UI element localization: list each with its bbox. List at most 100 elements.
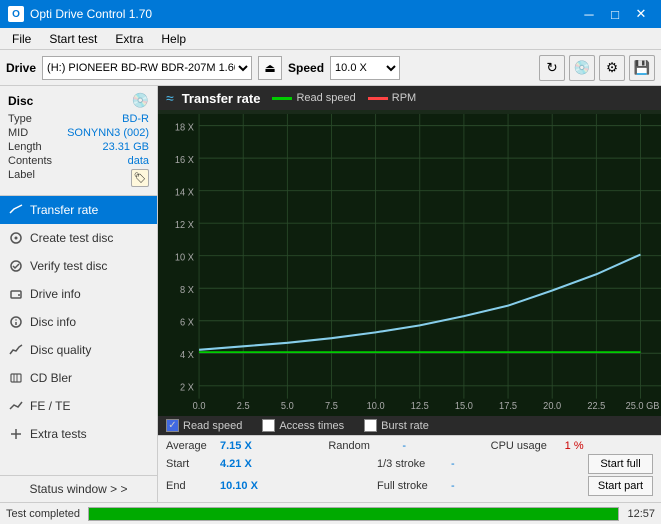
create-test-disc-icon xyxy=(8,230,24,246)
average-group: Average 7.15 X xyxy=(166,440,328,452)
end-label: End xyxy=(166,480,216,492)
menu-start-test[interactable]: Start test xyxy=(41,30,105,48)
close-button[interactable]: ✕ xyxy=(629,4,653,24)
toolbar: Drive (H:) PIONEER BD-RW BDR-207M 1.60 ⏏… xyxy=(0,50,661,86)
status-time: 12:57 xyxy=(627,508,655,520)
stats-area: Average 7.15 X Random - CPU usage 1 % St… xyxy=(158,435,661,502)
disc-contents-row: Contents data xyxy=(8,155,149,167)
app-icon: O xyxy=(8,6,24,22)
access-times-checkbox[interactable] xyxy=(262,419,275,432)
stats-row-1: Average 7.15 X Random - CPU usage 1 % xyxy=(166,440,653,452)
drive-label: Drive xyxy=(6,61,36,75)
chart-legend: Read speed RPM xyxy=(272,92,416,104)
cpu-value: 1 % xyxy=(565,440,595,452)
nav-fe-te-label: FE / TE xyxy=(30,399,70,413)
nav-verify-test-disc[interactable]: Verify test disc xyxy=(0,252,157,280)
svg-text:2 X: 2 X xyxy=(180,382,194,394)
chart-title: Transfer rate xyxy=(182,91,261,106)
random-group: Random - xyxy=(328,440,490,452)
disc-panel-icon: 💿 xyxy=(132,92,149,109)
contents-label: Contents xyxy=(8,155,52,167)
settings-button[interactable]: ⚙ xyxy=(599,55,625,81)
sidebar-nav: Transfer rate Create test disc Verify te… xyxy=(0,196,157,475)
stroke13-label: 1/3 stroke xyxy=(377,458,447,470)
legend-rpm-color xyxy=(368,97,388,100)
disc-info-icon xyxy=(8,314,24,330)
nav-create-test-disc[interactable]: Create test disc xyxy=(0,224,157,252)
svg-text:5.0: 5.0 xyxy=(281,401,294,413)
toolbar-icons: ↻ 💿 ⚙ 💾 xyxy=(539,55,655,81)
burst-rate-check[interactable]: Burst rate xyxy=(364,419,429,432)
title-bar-controls: ─ □ ✕ xyxy=(577,4,653,24)
menu-bar: File Start test Extra Help xyxy=(0,28,661,50)
menu-help[interactable]: Help xyxy=(153,30,194,48)
start-value: 4.21 X xyxy=(220,458,270,470)
maximize-button[interactable]: □ xyxy=(603,4,627,24)
legend-read-color xyxy=(272,97,292,100)
svg-text:6 X: 6 X xyxy=(180,317,194,329)
status-window-label: Status window > > xyxy=(29,482,127,496)
nav-extra-tests[interactable]: Extra tests xyxy=(0,420,157,448)
svg-text:7.5: 7.5 xyxy=(325,401,338,413)
read-speed-check[interactable]: ✓ Read speed xyxy=(166,419,242,432)
stats-row-2: Start 4.21 X 1/3 stroke - Start full xyxy=(166,454,653,474)
random-value: - xyxy=(402,440,422,452)
status-bar: Test completed 12:57 xyxy=(0,502,661,524)
nav-cd-bler[interactable]: CD Bler xyxy=(0,364,157,392)
title-bar: O Opti Drive Control 1.70 ─ □ ✕ xyxy=(0,0,661,28)
svg-text:4 X: 4 X xyxy=(180,349,194,361)
start-full-button[interactable]: Start full xyxy=(588,454,653,474)
stroke13-value: - xyxy=(451,458,471,470)
start-label: Start xyxy=(166,458,216,470)
eject-button[interactable]: ⏏ xyxy=(258,56,282,80)
nav-cd-bler-label: CD Bler xyxy=(30,371,72,385)
minimize-button[interactable]: ─ xyxy=(577,4,601,24)
nav-transfer-rate-label: Transfer rate xyxy=(30,203,98,217)
average-value: 7.15 X xyxy=(220,440,270,452)
extra-tests-icon xyxy=(8,426,24,442)
nav-verify-test-disc-label: Verify test disc xyxy=(30,259,107,273)
svg-text:17.5: 17.5 xyxy=(499,401,517,413)
burst-rate-checkbox[interactable] xyxy=(364,419,377,432)
svg-text:12 X: 12 X xyxy=(175,219,194,231)
refresh-button[interactable]: ↻ xyxy=(539,55,565,81)
start-part-button[interactable]: Start part xyxy=(588,476,653,496)
disc-length-row: Length 23.31 GB xyxy=(8,141,149,153)
chart-header: ≈ Transfer rate Read speed RPM xyxy=(158,86,661,110)
menu-file[interactable]: File xyxy=(4,30,39,48)
chart-area: 18 X 16 X 14 X 12 X 10 X 8 X 6 X 4 X 2 X… xyxy=(158,110,661,416)
disc-button[interactable]: 💿 xyxy=(569,55,595,81)
speed-select[interactable]: 10.0 X xyxy=(330,56,400,80)
menu-extra[interactable]: Extra xyxy=(107,30,151,48)
access-times-check[interactable]: Access times xyxy=(262,419,344,432)
nav-disc-quality-label: Disc quality xyxy=(30,343,91,357)
nav-disc-quality[interactable]: Disc quality xyxy=(0,336,157,364)
nav-transfer-rate[interactable]: Transfer rate xyxy=(0,196,157,224)
drive-info-icon xyxy=(8,286,24,302)
nav-disc-info-label: Disc info xyxy=(30,315,76,329)
status-text: Test completed xyxy=(6,508,80,520)
disc-mid-row: MID SONYNN3 (002) xyxy=(8,127,149,139)
speed-label: Speed xyxy=(288,61,324,75)
drive-select[interactable]: (H:) PIONEER BD-RW BDR-207M 1.60 xyxy=(42,56,252,80)
nav-drive-info[interactable]: Drive info xyxy=(0,280,157,308)
svg-text:2.5: 2.5 xyxy=(237,401,250,413)
save-button[interactable]: 💾 xyxy=(629,55,655,81)
svg-text:15.0: 15.0 xyxy=(455,401,473,413)
label-label: Label xyxy=(8,169,35,187)
legend-rpm-label: RPM xyxy=(392,92,416,104)
nav-extra-tests-label: Extra tests xyxy=(30,427,87,441)
disc-panel-header: Disc 💿 xyxy=(8,92,149,109)
status-window-button[interactable]: Status window > > xyxy=(0,476,157,502)
label-icon-button[interactable]: 🏷 xyxy=(131,169,149,187)
end-group: End 10.10 X xyxy=(166,480,377,492)
start-group: Start 4.21 X xyxy=(166,458,377,470)
svg-text:20.0: 20.0 xyxy=(543,401,561,413)
svg-text:14 X: 14 X xyxy=(175,187,194,199)
nav-fe-te[interactable]: FE / TE xyxy=(0,392,157,420)
mid-label: MID xyxy=(8,127,28,139)
nav-create-test-disc-label: Create test disc xyxy=(30,231,113,245)
read-speed-checkbox[interactable]: ✓ xyxy=(166,419,179,432)
disc-type-row: Type BD-R xyxy=(8,113,149,125)
nav-disc-info[interactable]: Disc info xyxy=(0,308,157,336)
